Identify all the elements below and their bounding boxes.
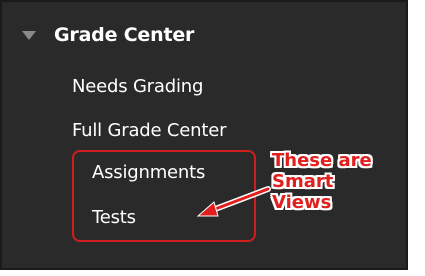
callout-line-2: Smart (272, 171, 334, 192)
sidebar-item-full-grade-center[interactable]: Full Grade Center (72, 120, 226, 141)
section-title: Grade Center (54, 24, 195, 46)
grade-center-panel: Grade Center Needs Grading Full Grade Ce… (0, 0, 408, 270)
pointer-arrow-icon (196, 186, 271, 217)
smart-views-callout: These are Smart Views (272, 150, 392, 213)
collapse-triangle-icon[interactable] (22, 30, 36, 40)
grade-center-header[interactable]: Grade Center (22, 20, 194, 50)
callout-line-1: These are (272, 150, 372, 171)
sidebar-item-needs-grading[interactable]: Needs Grading (72, 76, 203, 97)
callout-line-3: Views (272, 192, 332, 213)
